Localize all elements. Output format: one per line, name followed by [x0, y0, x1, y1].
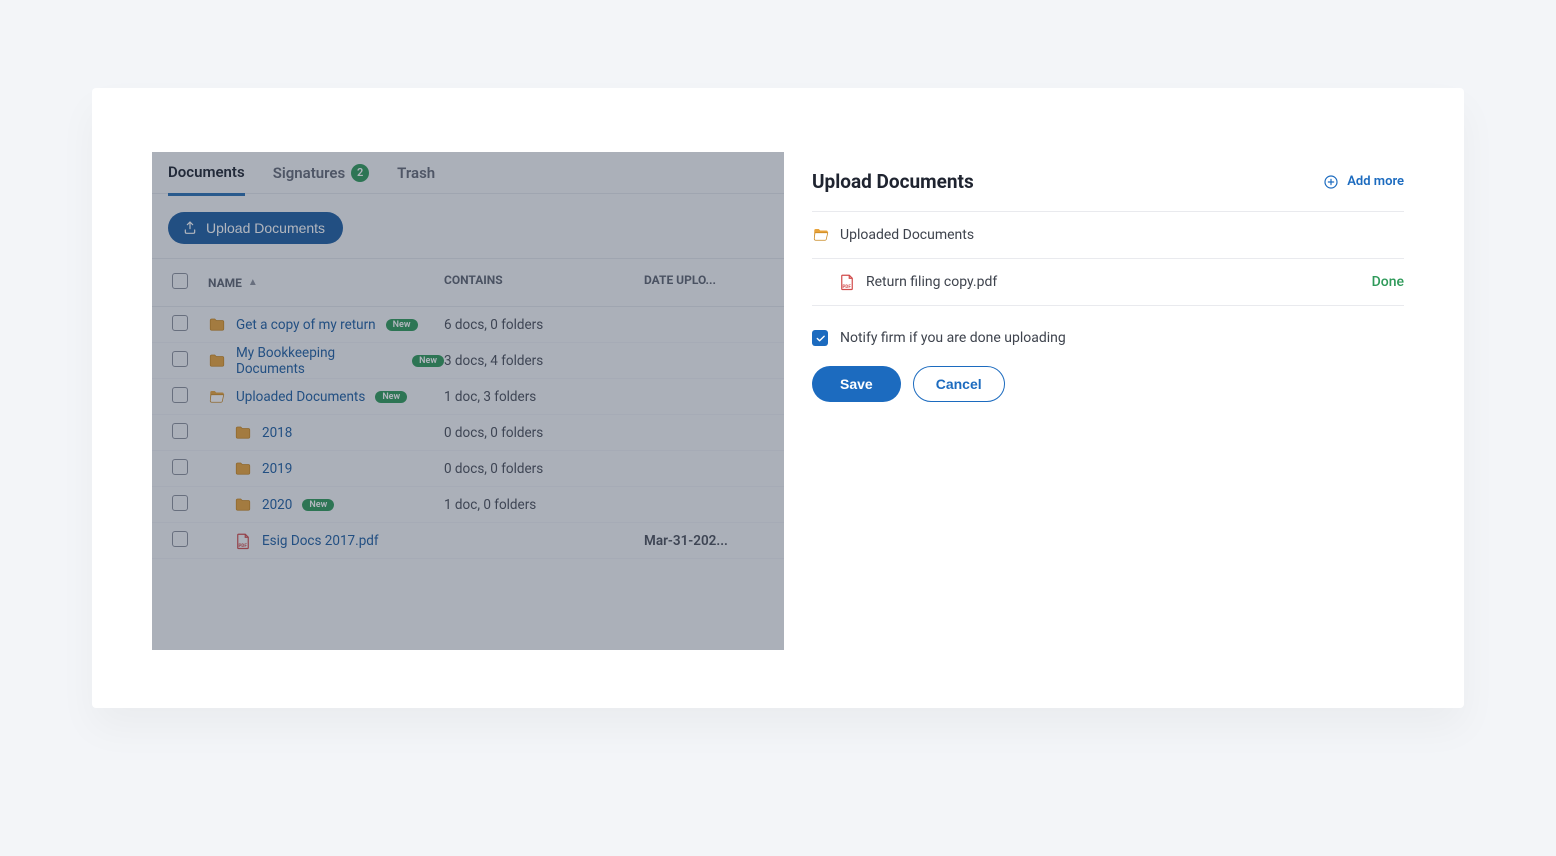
folder-icon: [234, 496, 252, 514]
column-date[interactable]: DATE UPLO...: [644, 273, 784, 292]
row-contains: 0 docs, 0 folders: [444, 461, 644, 477]
table-row: 2020 New 1 doc, 0 folders: [152, 487, 784, 523]
notify-firm-row: Notify firm if you are done uploading: [812, 306, 1404, 366]
row-contains: 1 doc, 3 folders: [444, 389, 644, 405]
folder-icon: [234, 424, 252, 442]
folder-open-icon: [208, 388, 226, 406]
notify-firm-label: Notify firm if you are done uploading: [840, 330, 1066, 346]
tabs: Documents Signatures 2 Trash: [152, 152, 784, 194]
target-folder-label: Uploaded Documents: [840, 227, 974, 243]
table-header: NAME ▲ CONTAINS DATE UPLO...: [152, 259, 784, 307]
add-more-button[interactable]: Add more: [1323, 174, 1404, 190]
upload-icon: [182, 220, 198, 236]
plus-circle-icon: [1323, 174, 1339, 190]
target-folder-row: Uploaded Documents: [812, 212, 1404, 259]
row-name-link[interactable]: Get a copy of my return: [236, 317, 376, 333]
check-icon: [815, 333, 826, 344]
new-badge: New: [375, 391, 407, 403]
panel-actions: Save Cancel: [812, 366, 1404, 402]
upload-side-panel: Upload Documents Add more Uploaded Docum…: [784, 152, 1464, 650]
column-contains-label: CONTAINS: [444, 273, 503, 287]
select-all-checkbox[interactable]: [172, 273, 188, 289]
table-row: My Bookkeeping Documents New3 docs, 4 fol…: [152, 343, 784, 379]
save-button-label: Save: [840, 376, 873, 392]
folder-open-icon: [812, 226, 830, 244]
folder-icon: [208, 316, 226, 334]
tab-signatures-label: Signatures: [273, 164, 345, 182]
row-date: Mar-31-202...: [644, 533, 784, 549]
table-row: Esig Docs 2017.pdf Mar-31-202...: [152, 523, 784, 559]
row-contains: 3 docs, 4 folders: [444, 353, 644, 369]
row-checkbox[interactable]: [172, 387, 188, 403]
column-name-label: NAME: [208, 276, 242, 290]
folder-icon: [234, 460, 252, 478]
notify-firm-checkbox[interactable]: [812, 330, 828, 346]
row-name-link[interactable]: Esig Docs 2017.pdf: [262, 533, 379, 549]
tab-trash-label: Trash: [397, 164, 435, 182]
new-badge: New: [302, 499, 334, 511]
table-body: Get a copy of my return New 6 docs, 0 fold…: [152, 307, 784, 559]
tab-documents-label: Documents: [168, 163, 245, 181]
cancel-button[interactable]: Cancel: [913, 366, 1005, 402]
column-name[interactable]: NAME ▲: [208, 273, 444, 292]
tab-signatures[interactable]: Signatures 2: [273, 164, 369, 194]
row-name-link[interactable]: 2018: [262, 425, 292, 441]
table-row: 2019 0 docs, 0 folders: [152, 451, 784, 487]
row-name-link[interactable]: 2019: [262, 461, 292, 477]
row-name-link[interactable]: 2020: [262, 497, 292, 513]
row-contains: 6 docs, 0 folders: [444, 317, 644, 333]
tab-signatures-badge: 2: [351, 164, 369, 182]
column-contains[interactable]: CONTAINS: [444, 273, 644, 292]
pdf-icon: [234, 532, 252, 550]
documents-panel: Documents Signatures 2 Trash Upload Docu…: [152, 152, 784, 650]
sort-asc-icon: ▲: [248, 277, 258, 288]
pdf-icon: [838, 273, 856, 291]
row-checkbox[interactable]: [172, 531, 188, 547]
upload-documents-button[interactable]: Upload Documents: [168, 212, 343, 244]
row-checkbox[interactable]: [172, 351, 188, 367]
row-name-link[interactable]: Uploaded Documents: [236, 389, 365, 405]
toolbar: Upload Documents: [152, 194, 784, 259]
tab-documents[interactable]: Documents: [168, 163, 245, 196]
table-row: Uploaded Documents New 1 doc, 3 folders: [152, 379, 784, 415]
tab-trash[interactable]: Trash: [397, 164, 435, 194]
cancel-button-label: Cancel: [936, 376, 982, 392]
uploaded-file-status: Done: [1372, 274, 1404, 290]
panel-header: Upload Documents Add more: [812, 170, 1404, 212]
row-contains: 1 doc, 0 folders: [444, 497, 644, 513]
panel-title: Upload Documents: [812, 170, 974, 193]
upload-documents-label: Upload Documents: [206, 220, 325, 236]
add-more-label: Add more: [1347, 174, 1404, 189]
row-checkbox[interactable]: [172, 495, 188, 511]
row-checkbox[interactable]: [172, 423, 188, 439]
folder-icon: [208, 352, 226, 370]
column-date-label: DATE UPLO...: [644, 273, 716, 287]
row-checkbox[interactable]: [172, 315, 188, 331]
row-contains: 0 docs, 0 folders: [444, 425, 644, 441]
new-badge: New: [412, 355, 444, 367]
uploaded-file-row: Return filing copy.pdf Done: [812, 259, 1404, 306]
row-checkbox[interactable]: [172, 459, 188, 475]
table-row: Get a copy of my return New 6 docs, 0 fold…: [152, 307, 784, 343]
table-row: 2018 0 docs, 0 folders: [152, 415, 784, 451]
row-name-link[interactable]: My Bookkeeping Documents: [236, 345, 402, 377]
save-button[interactable]: Save: [812, 366, 901, 402]
new-badge: New: [386, 319, 418, 331]
uploaded-file-name: Return filing copy.pdf: [866, 274, 997, 290]
app-card: Documents Signatures 2 Trash Upload Docu…: [92, 88, 1464, 708]
